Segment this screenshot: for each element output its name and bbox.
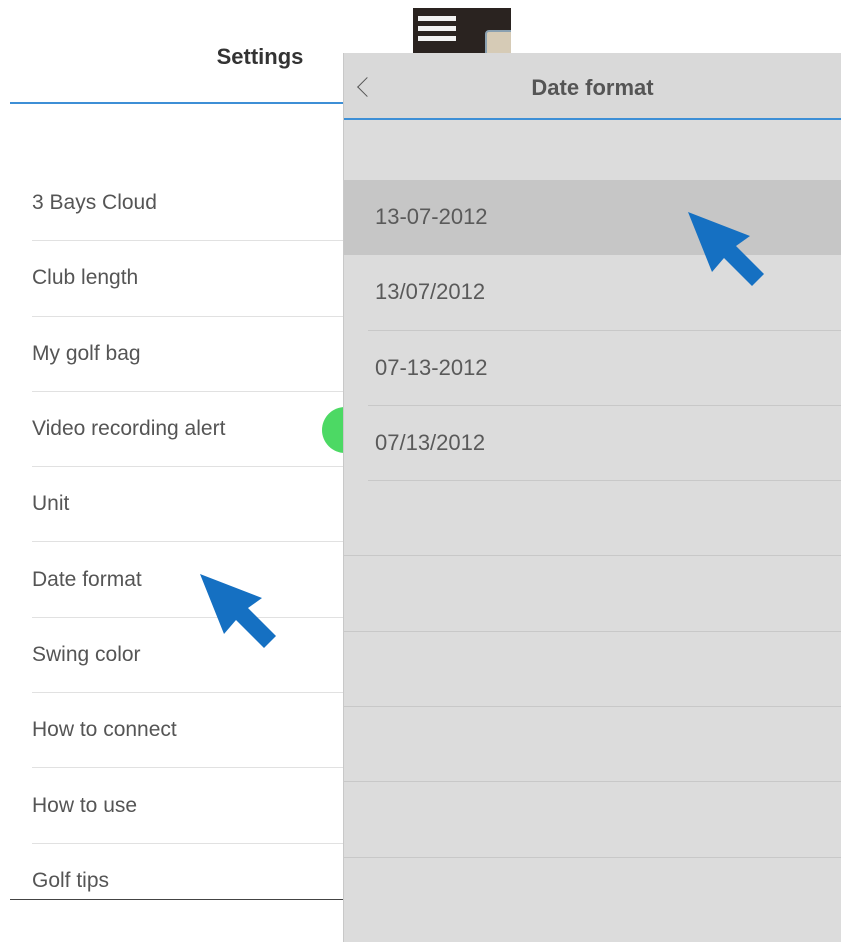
date-format-option-label: 07-13-2012: [375, 354, 488, 380]
empty-row: [344, 782, 841, 858]
settings-item-label: Swing color: [32, 642, 141, 666]
date-format-option-label: 13/07/2012: [375, 279, 486, 305]
settings-item-label: How to connect: [32, 718, 177, 742]
settings-item-label: My golf bag: [32, 341, 141, 365]
date-format-title: Date format: [531, 75, 654, 100]
date-format-list: 13-07-2012 13/07/2012 07-13-2012 07/13/2…: [344, 180, 841, 933]
settings-item-label: 3 Bays Cloud: [32, 191, 157, 215]
settings-item-label: Date format: [32, 567, 142, 591]
empty-row: [344, 632, 841, 708]
empty-row: [344, 858, 841, 933]
date-format-option-label: 13-07-2012: [375, 204, 488, 230]
pointer-arrow-date-format-icon: [200, 574, 276, 648]
menu-thumbnail: [413, 8, 511, 56]
empty-row: [344, 556, 841, 632]
date-format-header: Date format: [344, 53, 841, 119]
date-format-option-label: 07/13/2012: [375, 430, 486, 456]
date-format-header-divider: [344, 118, 841, 120]
settings-item-label: Video recording alert: [32, 417, 226, 441]
date-format-panel: Date format 13-07-2012 13/07/2012 07-13-…: [344, 53, 841, 942]
settings-item-label: Golf tips: [32, 869, 110, 893]
settings-item-label: Unit: [32, 492, 70, 516]
empty-row: [344, 707, 841, 783]
settings-item-label: Club length: [32, 266, 139, 290]
date-format-option-dd-mm-yyyy-slash[interactable]: 13/07/2012: [368, 255, 841, 331]
pointer-arrow-selected-option-icon: [688, 212, 764, 286]
hamburger-menu-icon[interactable]: [418, 16, 456, 50]
empty-row: [344, 481, 841, 557]
date-format-option-mm-dd-yyyy-slash[interactable]: 07/13/2012: [368, 406, 841, 482]
settings-item-label: How to use: [32, 793, 138, 817]
date-format-option-mm-dd-yyyy-dash[interactable]: 07-13-2012: [368, 331, 841, 406]
